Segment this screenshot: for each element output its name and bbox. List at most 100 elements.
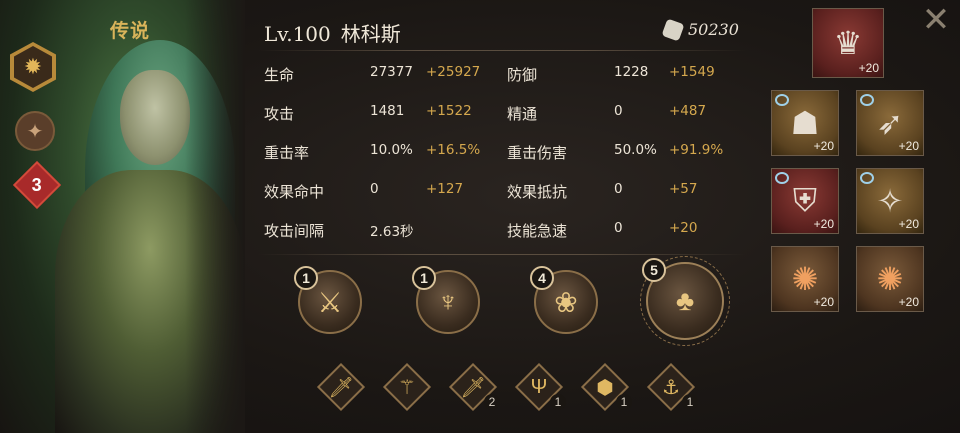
- stat-bonus: +57: [669, 181, 698, 197]
- stat-row: 生命 27377 +25927 防御 1228 +1549: [264, 64, 744, 103]
- stat-value: 0: [614, 103, 623, 119]
- fire-gem-icon: ✺: [876, 261, 904, 297]
- stat-bonus: +127: [426, 181, 464, 197]
- skill-level: 5: [642, 258, 666, 282]
- flower-orb-icon: ❀: [554, 286, 578, 318]
- diamond-number-icon: 3: [12, 160, 62, 210]
- crystal-gauntlet-icon: ✧: [876, 183, 904, 219]
- star-badge-button[interactable]: ✹: [10, 42, 56, 92]
- stat-label: 防御: [507, 67, 538, 84]
- stat-label: 效果命中: [264, 184, 325, 201]
- crossed-swords-icon: ⚔: [317, 286, 343, 318]
- close-button[interactable]: ✕: [916, 0, 956, 40]
- stat-row: 效果命中 0 +127 效果抵抗 0 +57: [264, 181, 744, 220]
- equip-slot-gauntlet[interactable]: ✧ +20: [856, 168, 924, 234]
- stat-label: 重击率: [264, 145, 310, 162]
- equip-enhance: +20: [858, 61, 879, 75]
- stat-value: 2.63秒: [370, 224, 414, 240]
- power-value: 50230: [688, 20, 739, 39]
- rune-slot-1[interactable]: 🗡: [316, 362, 366, 412]
- skill-slot-2[interactable]: ♆ 1: [412, 266, 480, 334]
- character-level: Lv.100: [264, 22, 331, 46]
- stat-label: 攻击: [264, 106, 295, 123]
- stat-label: 攻击间隔: [264, 223, 325, 240]
- rune-slot-2[interactable]: ⚚: [382, 362, 432, 412]
- stat-label: 效果抵抗: [507, 184, 568, 201]
- eye-icon: [775, 94, 789, 106]
- equip-slot-cloak[interactable]: ☗ +20: [771, 90, 839, 156]
- equip-enhance: +20: [813, 139, 834, 153]
- stat-bonus: +1522: [426, 103, 472, 119]
- stat-label: 技能急速: [507, 223, 568, 240]
- skill-slot-1[interactable]: ⚔ 1: [294, 266, 362, 334]
- portrait-face: [120, 70, 190, 165]
- stat-label: 精通: [507, 106, 538, 123]
- ice-spear-icon: ➶: [876, 105, 904, 141]
- close-icon: ✕: [921, 1, 951, 39]
- stat-value: 1228: [614, 64, 649, 80]
- skill-level: 1: [412, 266, 436, 290]
- dark-armor-icon: ⛨: [792, 182, 817, 218]
- header-divider: [258, 50, 746, 51]
- stats-divider: [258, 254, 746, 255]
- equip-slot-gem-2[interactable]: ✺ +20: [856, 246, 924, 312]
- stat-label: 重击伤害: [507, 145, 568, 162]
- stat-bonus: +20: [669, 220, 698, 236]
- stat-bonus: +91.9%: [669, 142, 724, 158]
- stat-row: 攻击 1481 +1522 精通 0 +487: [264, 103, 744, 142]
- stat-value: 0: [614, 181, 623, 197]
- character-name: 林科斯: [340, 22, 401, 46]
- sword-pedestal-icon: ⚚: [398, 376, 416, 399]
- rune-slot-4[interactable]: Ψ 1: [514, 362, 566, 412]
- sun-star-icon: ✹: [14, 46, 52, 88]
- stat-bonus: +16.5%: [426, 142, 481, 158]
- eye-icon: [860, 94, 874, 106]
- stat-bonus: +25927: [426, 64, 481, 80]
- stat-value: 10.0%: [370, 142, 413, 158]
- eye-icon: [775, 172, 789, 184]
- sword-icon: 🗡: [328, 376, 354, 399]
- equip-enhance: +20: [813, 217, 834, 231]
- rune-count: 1: [682, 394, 698, 410]
- equip-enhance: +20: [898, 295, 919, 309]
- rarity-label: 传说: [110, 20, 151, 42]
- equip-slot-spear[interactable]: ➶ +20: [856, 90, 924, 156]
- stat-label: 生命: [264, 67, 295, 84]
- stat-value: 50.0%: [614, 142, 657, 158]
- eye-icon: [860, 172, 874, 184]
- stat-value: 0: [614, 220, 623, 236]
- rune-count: 1: [616, 394, 632, 410]
- rune-slot-5[interactable]: ⬢ 1: [580, 362, 632, 412]
- rune-count: 1: [550, 394, 566, 410]
- stat-value: 1481: [370, 103, 405, 119]
- rune-slot-6[interactable]: ⚓ 1: [646, 362, 698, 412]
- stat-value: 27377: [370, 64, 413, 80]
- compass-badge-button[interactable]: ✦: [12, 108, 58, 154]
- rune-count: 2: [484, 394, 500, 410]
- skill-level: 1: [294, 266, 318, 290]
- stat-value: 0: [370, 181, 379, 197]
- character-title: Lv.100 林科斯: [264, 18, 401, 47]
- stat-bonus: +1549: [669, 64, 715, 80]
- equip-enhance: +20: [898, 139, 919, 153]
- power-display: 50230: [661, 17, 739, 42]
- fire-gem-icon: ✺: [791, 261, 819, 297]
- compass-icon: ✦: [15, 111, 55, 151]
- stats-panel: 生命 27377 +25927 防御 1228 +1549 攻击 1481 +1…: [264, 64, 744, 259]
- equip-enhance: +20: [813, 295, 834, 309]
- dark-cloak-icon: ☗: [790, 105, 820, 141]
- stat-bonus: +487: [669, 103, 707, 119]
- equip-slot-armor[interactable]: ⛨ +20: [771, 168, 839, 234]
- equip-slot-crown[interactable]: ♛ +20: [812, 8, 884, 78]
- skill-slot-ultimate[interactable]: ♣ 5: [640, 256, 730, 346]
- druid-figure-icon: ♆: [437, 286, 459, 317]
- skill-slot-3[interactable]: ❀ 4: [530, 266, 598, 334]
- tier-badge[interactable]: 3: [12, 160, 62, 210]
- stat-row: 重击率 10.0% +16.5% 重击伤害 50.0% +91.9%: [264, 142, 744, 181]
- rune-slot-3[interactable]: 🗡 2: [448, 362, 500, 412]
- power-fist-icon: [661, 17, 685, 42]
- golden-crown-icon: ♛: [833, 25, 863, 61]
- equip-enhance: +20: [898, 217, 919, 231]
- forest-spirit-icon: ♣: [675, 285, 695, 316]
- equip-slot-gem-1[interactable]: ✺ +20: [771, 246, 839, 312]
